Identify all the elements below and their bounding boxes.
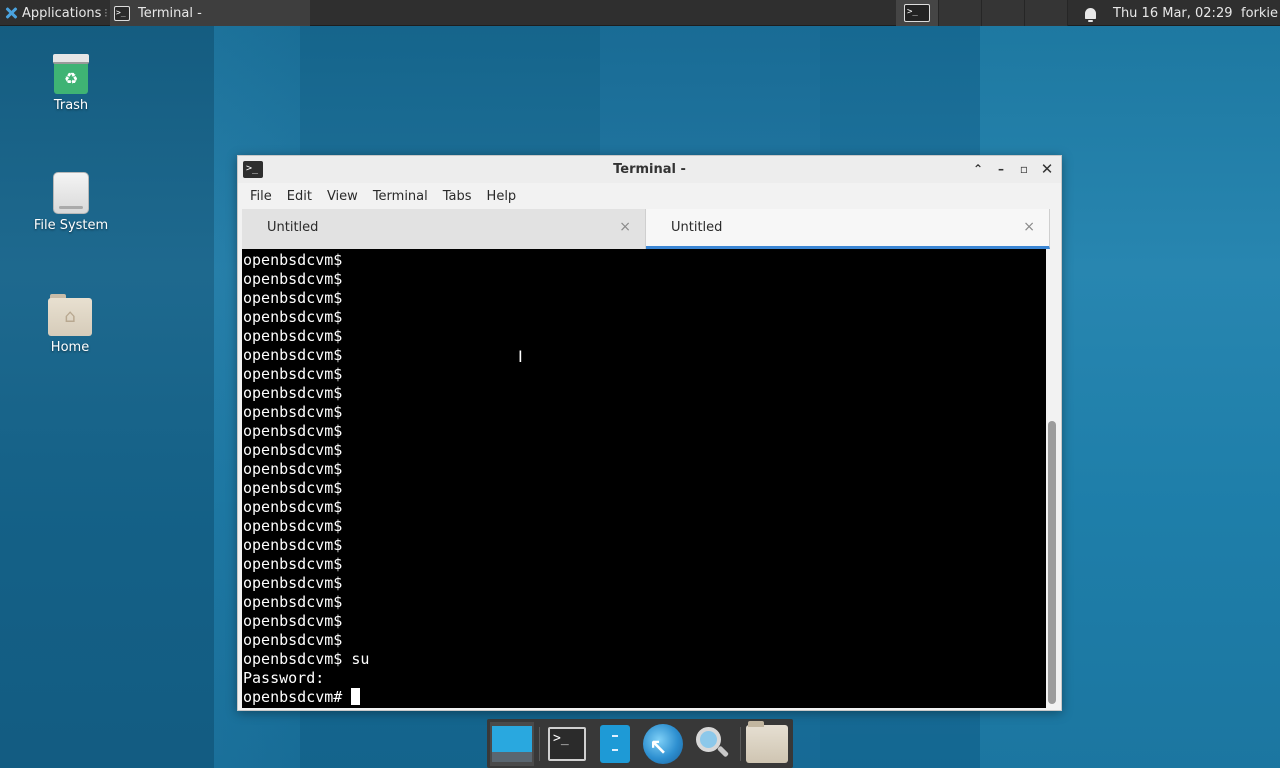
window-title: Terminal - bbox=[613, 162, 686, 177]
terminal-line: openbsdcvm$ bbox=[243, 441, 343, 459]
terminal-output[interactable]: openbsdcvm$ openbsdcvm$ openbsdcvm$ open… bbox=[242, 249, 1046, 708]
terminal-line: openbsdcvm$ bbox=[243, 517, 343, 535]
terminal-line: openbsdcvm$ bbox=[243, 308, 343, 326]
dock-separator bbox=[740, 727, 741, 761]
desktop-icon-label: Trash bbox=[53, 98, 89, 113]
terminal-line: openbsdcvm$ bbox=[243, 403, 343, 421]
dock-app-finder[interactable] bbox=[689, 722, 733, 766]
folder-icon bbox=[746, 721, 788, 763]
menu-edit[interactable]: Edit bbox=[287, 189, 312, 204]
dock-file-manager[interactable] bbox=[593, 722, 637, 766]
terminal-line: openbsdcvm$ bbox=[243, 270, 343, 288]
panel-separator: ⁝ bbox=[104, 6, 108, 20]
menu-bar: File Edit View Terminal Tabs Help bbox=[238, 183, 1061, 209]
tab-close-icon[interactable]: × bbox=[1023, 219, 1035, 235]
home-folder-icon: ⌂ bbox=[48, 292, 92, 336]
dock-show-desktop[interactable] bbox=[490, 722, 534, 766]
trash-icon: ♻ bbox=[53, 52, 89, 94]
search-icon bbox=[693, 726, 730, 762]
dock-separator bbox=[539, 727, 540, 761]
desktop-icon-trash[interactable]: ♻ Trash bbox=[21, 52, 121, 113]
scrollbar-thumb[interactable] bbox=[1048, 421, 1056, 704]
terminal-line: openbsdcvm$ bbox=[243, 631, 343, 649]
workspace-3[interactable] bbox=[982, 0, 1025, 26]
bell-icon bbox=[1084, 7, 1096, 22]
terminal-line: openbsdcvm$ bbox=[243, 460, 343, 478]
tab-untitled-2[interactable]: Untitled × bbox=[646, 209, 1050, 249]
terminal-line: openbsdcvm$ bbox=[243, 384, 343, 402]
terminal-line: openbsdcvm$ bbox=[243, 574, 343, 592]
shade-button[interactable]: ⌃ bbox=[969, 160, 987, 178]
drive-icon bbox=[53, 172, 89, 214]
terminal-icon: >_ bbox=[114, 5, 130, 21]
terminal-line: Password: bbox=[243, 669, 325, 687]
ibeam-cursor-icon: I bbox=[518, 347, 523, 366]
dock-terminal[interactable]: >_ bbox=[545, 722, 589, 766]
tab-label: Untitled bbox=[671, 220, 723, 235]
menu-file[interactable]: File bbox=[250, 189, 272, 204]
window-titlebar[interactable]: >_ Terminal - ⌃ – ▫ ✕ bbox=[238, 156, 1061, 183]
file-manager-icon bbox=[600, 725, 630, 763]
menu-view[interactable]: View bbox=[327, 189, 358, 204]
terminal-line: openbsdcvm$ bbox=[243, 422, 343, 440]
terminal-line: openbsdcvm$ bbox=[243, 593, 343, 611]
taskbar-terminal-button[interactable]: >_ Terminal - bbox=[110, 0, 310, 26]
root-prompt: openbsdcvm# bbox=[243, 688, 352, 706]
terminal-line: openbsdcvm$ bbox=[243, 536, 343, 554]
terminal-line: openbsdcvm$ bbox=[243, 365, 343, 383]
dock-web-browser[interactable] bbox=[641, 722, 685, 766]
desktop-icon-home[interactable]: ⌂ Home bbox=[20, 292, 120, 355]
workspace-terminal-icon: >_ bbox=[904, 4, 930, 22]
terminal-line: openbsdcvm$ bbox=[243, 327, 343, 345]
notifications-button[interactable] bbox=[1080, 0, 1100, 26]
desktop-icon-file-system[interactable]: File System bbox=[21, 172, 121, 233]
terminal-line: openbsdcvm$ bbox=[243, 289, 343, 307]
tab-label: Untitled bbox=[267, 220, 319, 235]
tab-untitled-1[interactable]: Untitled × bbox=[242, 209, 646, 249]
taskbar-terminal-label: Terminal - bbox=[138, 5, 202, 21]
user-menu[interactable]: forkie bbox=[1241, 0, 1278, 26]
menu-tabs[interactable]: Tabs bbox=[443, 189, 472, 204]
close-button[interactable]: ✕ bbox=[1038, 160, 1056, 178]
desktop-icon-label: Home bbox=[50, 340, 90, 355]
clock[interactable]: Thu 16 Mar, 02:29 bbox=[1113, 0, 1232, 26]
tab-close-icon[interactable]: × bbox=[619, 219, 631, 235]
dock: >_ bbox=[487, 719, 793, 768]
menu-help[interactable]: Help bbox=[487, 189, 517, 204]
workspace-1[interactable]: >_ bbox=[896, 0, 939, 26]
dock-home-folder[interactable] bbox=[745, 721, 789, 766]
terminal-line: openbsdcvm$ bbox=[243, 498, 343, 516]
terminal-scrollbar[interactable] bbox=[1046, 249, 1058, 708]
menu-terminal[interactable]: Terminal bbox=[373, 189, 428, 204]
terminal-line: openbsdcvm$ bbox=[243, 479, 343, 497]
terminal-line: openbsdcvm$ bbox=[243, 346, 343, 364]
terminal-line: openbsdcvm$ bbox=[243, 555, 343, 573]
tab-bar: Untitled × Untitled × bbox=[242, 209, 1050, 249]
applications-menu-label: Applications bbox=[22, 5, 102, 21]
workspace-4[interactable] bbox=[1025, 0, 1068, 26]
terminal-prompt-line[interactable]: openbsdcvm# bbox=[243, 688, 1046, 707]
web-browser-icon bbox=[643, 724, 683, 764]
text-cursor bbox=[351, 688, 361, 705]
xfce-logo-icon bbox=[4, 6, 18, 20]
terminal-line: openbsdcvm$ bbox=[243, 251, 343, 269]
top-panel: Applications ⁝ >_ Terminal - >_ Thu 16 M… bbox=[0, 0, 1280, 26]
terminal-line: openbsdcvm$ su bbox=[243, 650, 370, 668]
workspace-2[interactable] bbox=[939, 0, 982, 26]
minimize-button[interactable]: – bbox=[992, 160, 1010, 178]
applications-menu[interactable]: Applications bbox=[0, 0, 107, 26]
terminal-window[interactable]: >_ Terminal - ⌃ – ▫ ✕ File Edit View Ter… bbox=[237, 155, 1062, 711]
terminal-icon: >_ bbox=[548, 727, 586, 761]
desktop-icon-label: File System bbox=[33, 218, 109, 233]
terminal-line: openbsdcvm$ bbox=[243, 612, 343, 630]
show-desktop-icon bbox=[492, 726, 532, 762]
maximize-button[interactable]: ▫ bbox=[1015, 160, 1033, 178]
workspace-switcher[interactable]: >_ bbox=[896, 0, 1068, 26]
